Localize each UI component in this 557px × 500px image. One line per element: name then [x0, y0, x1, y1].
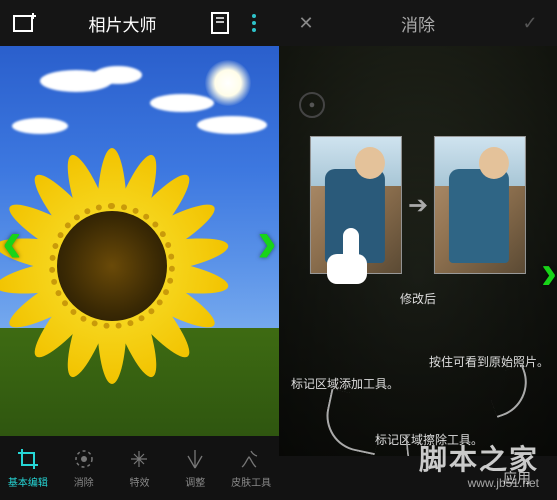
add-frame-icon[interactable]	[8, 6, 42, 40]
screen-title: 消除	[323, 11, 513, 36]
tool-label: 皮肤工具	[231, 474, 271, 489]
tip-add-tool: 标记区域添加工具。	[291, 375, 399, 392]
tip-hold-original: 按住可看到原始照片。	[429, 353, 549, 370]
crop-icon	[17, 448, 39, 470]
apply-button[interactable]: 应用	[493, 464, 541, 492]
sparkle-icon	[128, 448, 150, 470]
save-icon[interactable]	[203, 6, 237, 40]
next-photo-button[interactable]: ›	[257, 207, 277, 276]
erase-icon	[73, 448, 95, 470]
header: ✕ 消除 ✓	[279, 0, 557, 46]
after-label: 修改后	[400, 290, 436, 307]
bottom-bar: 应用	[279, 456, 557, 500]
tune-icon	[184, 448, 206, 470]
tool-adjust[interactable]: 调整	[167, 436, 223, 500]
skin-icon	[240, 448, 262, 470]
tool-basic-edit[interactable]: 基本编辑	[0, 436, 56, 500]
app-title: 相片大师	[42, 11, 203, 36]
remove-tutorial-screen: ✕ 消除 ✓ ● ➔ 修改后 › 标记区域添加工具。 标记区域擦除工具。 按住可…	[279, 0, 557, 500]
next-tip-button[interactable]: ›	[541, 246, 557, 301]
circle-badge-icon: ●	[299, 92, 325, 118]
tool-label: 调整	[185, 474, 205, 489]
header: 相片大师	[0, 0, 279, 46]
tool-effects[interactable]: 特效	[112, 436, 168, 500]
arrow-right-icon: ➔	[408, 191, 428, 220]
tool-skin[interactable]: 皮肤工具	[223, 436, 279, 500]
editor-screen: 相片大师	[0, 0, 279, 500]
tool-remove[interactable]: 消除	[56, 436, 112, 500]
tool-label: 消除	[74, 474, 94, 489]
touch-hand-icon	[315, 226, 375, 286]
close-button[interactable]: ✕	[289, 6, 323, 40]
confirm-button[interactable]: ✓	[513, 6, 547, 40]
tool-label: 基本编辑	[8, 474, 48, 489]
photo-subject	[0, 136, 242, 396]
menu-icon[interactable]	[237, 6, 271, 40]
photo-canvas[interactable]: ‹ ›	[0, 46, 279, 436]
tool-label: 特效	[129, 474, 149, 489]
tutorial-canvas: ● ➔ 修改后 › 标记区域添加工具。 标记区域擦除工具。 按住可看到原始照片。…	[279, 46, 557, 500]
prev-photo-button[interactable]: ‹	[2, 207, 22, 276]
bottom-toolbar: 基本编辑 消除 特效 调整 皮肤工具	[0, 436, 279, 500]
after-thumbnail	[434, 136, 526, 274]
